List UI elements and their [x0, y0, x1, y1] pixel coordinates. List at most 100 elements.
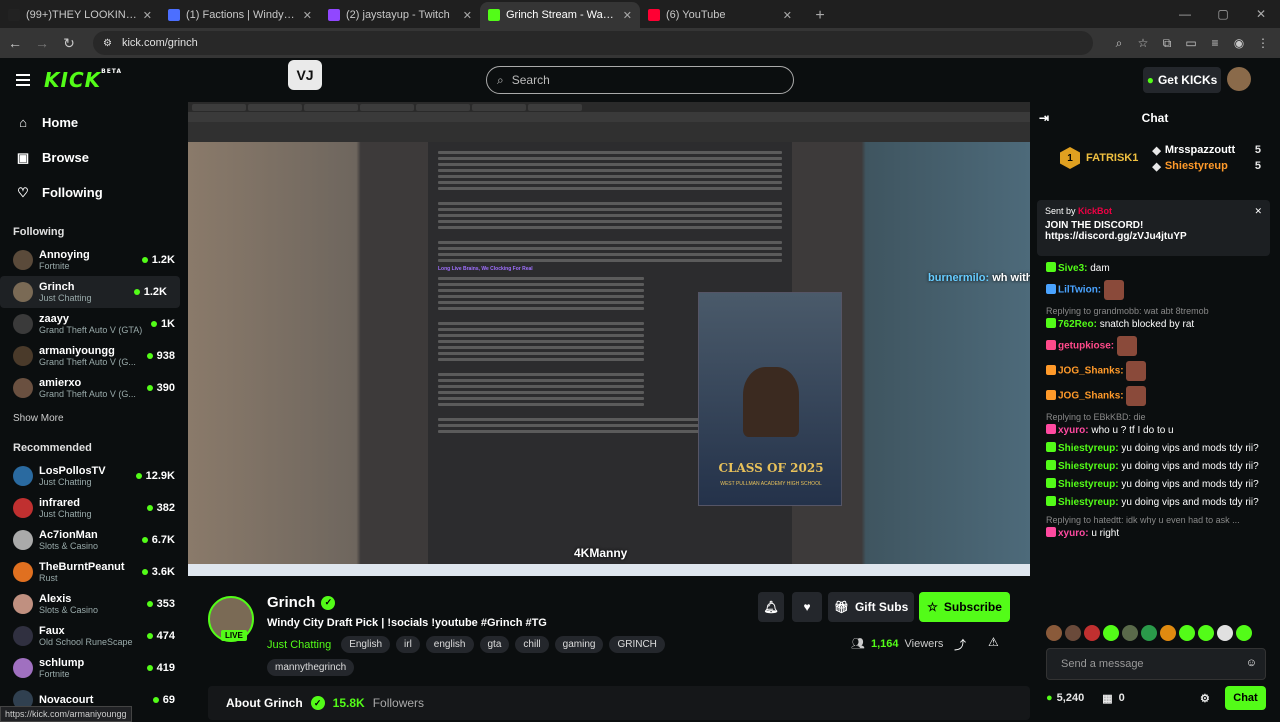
emote-icon[interactable]: [1103, 625, 1119, 641]
chat-username[interactable]: Shiestyreup:: [1058, 479, 1119, 490]
chat-username[interactable]: Shiestyreup:: [1058, 497, 1119, 508]
new-tab-button[interactable]: +: [808, 4, 832, 28]
hamburger-menu-icon[interactable]: [16, 74, 30, 86]
channel-item[interactable]: LosPollosTV Just Chatting 12.9K: [0, 460, 188, 492]
chat-username[interactable]: LilTwion:: [1058, 285, 1101, 296]
nav-following[interactable]: ♡ Following: [0, 175, 188, 210]
channel-item[interactable]: Annoying Fortnite 1.2K: [0, 244, 188, 276]
stream-tag[interactable]: gta: [479, 636, 510, 653]
browser-tab[interactable]: (99+)THEY LOOKING FOR THE ✕: [0, 2, 160, 28]
chat-settings-icon[interactable]: ⚙: [1200, 692, 1210, 705]
chat-username[interactable]: xyuro:: [1058, 528, 1089, 539]
chat-username[interactable]: xyuro:: [1058, 425, 1089, 436]
tab-close-icon[interactable]: ✕: [783, 9, 792, 22]
emote-icon[interactable]: [1179, 625, 1195, 641]
emote-icon[interactable]: [1046, 625, 1062, 641]
chat-username[interactable]: JOG_Shanks:: [1058, 366, 1124, 377]
chat-username[interactable]: Shiestyreup:: [1058, 443, 1119, 454]
emote-icon[interactable]: [1141, 625, 1157, 641]
stream-category[interactable]: Just Chatting: [267, 639, 331, 651]
tab-close-icon[interactable]: ✕: [463, 9, 472, 22]
chat-input[interactable]: Send a message ☺: [1046, 648, 1266, 680]
chat-username[interactable]: getupkiose:: [1058, 341, 1114, 352]
emote-icon[interactable]: [1236, 625, 1252, 641]
stream-tag[interactable]: mannythegrinch: [267, 659, 355, 676]
emote-icon[interactable]: [1122, 625, 1138, 641]
emote-icon[interactable]: [1198, 625, 1214, 641]
emote-icon[interactable]: [1065, 625, 1081, 641]
url-field[interactable]: ⚙ kick.com/grinch: [93, 31, 1093, 55]
stream-tag[interactable]: GRINCH: [609, 636, 665, 653]
stream-tag[interactable]: gaming: [554, 636, 604, 653]
get-kicks-button[interactable]: ● Get KICKs: [1143, 67, 1221, 93]
search-input[interactable]: ⌕ Search: [486, 66, 794, 94]
emote-icon[interactable]: [1160, 625, 1176, 641]
profile-icon[interactable]: ◉: [1228, 32, 1250, 54]
stream-tag[interactable]: english: [425, 636, 474, 653]
follow-button[interactable]: ♥: [792, 592, 822, 622]
kick-logo[interactable]: KICKBETA: [44, 68, 122, 92]
user-avatar[interactable]: [1227, 67, 1251, 91]
reply-context[interactable]: Replying to hatedtt: idk why u even had …: [1046, 514, 1272, 527]
pinned-link[interactable]: https://discord.gg/zVJu4jtuYP: [1045, 231, 1262, 242]
tab-close-icon[interactable]: ✕: [303, 9, 312, 22]
gifts-count[interactable]: 0: [1119, 692, 1125, 704]
chat-username[interactable]: JOG_Shanks:: [1058, 391, 1124, 402]
browser-tab[interactable]: (1) Factions | Windy City Roleplay ✕: [160, 2, 320, 28]
stream-tag[interactable]: chill: [515, 636, 549, 653]
reading-list-icon[interactable]: ≡: [1204, 32, 1226, 54]
channel-item[interactable]: amierxo Grand Theft Auto V (G... 390: [0, 372, 188, 404]
notifications-button[interactable]: 🔔︎: [758, 592, 784, 622]
forward-icon[interactable]: →: [30, 31, 54, 55]
show-more-button[interactable]: Show More: [0, 404, 188, 424]
back-icon[interactable]: ←: [3, 31, 27, 55]
bookmark-star-icon[interactable]: ☆: [1132, 32, 1154, 54]
report-icon[interactable]: ⚠: [988, 635, 999, 649]
nav-home[interactable]: ⌂ Home: [0, 105, 188, 140]
tab-close-icon[interactable]: ✕: [143, 9, 152, 22]
channel-item[interactable]: Ac7ionMan Slots & Casino 6.7K: [0, 524, 188, 556]
subscribe-button[interactable]: ☆ Subscribe: [919, 592, 1010, 622]
close-window-icon[interactable]: ✕: [1242, 0, 1280, 28]
reload-icon[interactable]: ↻: [57, 31, 81, 55]
chat-send-button[interactable]: Chat: [1225, 686, 1266, 710]
stream-tag[interactable]: irl: [396, 636, 420, 653]
tab-close-icon[interactable]: ✕: [623, 9, 632, 22]
reply-context[interactable]: Replying to EBkKBD: die: [1046, 411, 1272, 424]
streamer-name[interactable]: Grinch ✓: [267, 594, 336, 611]
zoom-icon[interactable]: ⌕: [1108, 32, 1130, 54]
channel-item[interactable]: schlump Fortnite 419: [0, 652, 188, 684]
channel-item[interactable]: TheBurntPeanut Rust 3.6K: [0, 556, 188, 588]
collapse-chat-icon[interactable]: ⇥: [1039, 111, 1049, 125]
chat-username[interactable]: Shiestyreup:: [1058, 461, 1119, 472]
leader-name[interactable]: Mrsspazzoutt: [1165, 144, 1251, 157]
menu-icon[interactable]: ⋮: [1252, 32, 1274, 54]
channel-item[interactable]: zaayy Grand Theft Auto V (GTA) 1K: [0, 308, 188, 340]
browser-tab[interactable]: (6) YouTube ✕: [640, 2, 800, 28]
video-player[interactable]: Long Live Brains, We Clocking For Real C…: [188, 102, 1030, 576]
emote-icon[interactable]: [1217, 625, 1233, 641]
leader-name[interactable]: Shiestyreup: [1165, 160, 1251, 173]
leader-top-name[interactable]: FATRISK1: [1086, 152, 1138, 164]
site-info-icon[interactable]: ⚙: [103, 38, 112, 49]
gift-subs-button[interactable]: 🎁︎ Gift Subs: [828, 592, 914, 622]
channel-item[interactable]: Grinch Just Chatting 1.2K: [0, 276, 180, 308]
pinned-sender[interactable]: KickBot: [1078, 206, 1112, 216]
maximize-icon[interactable]: ▢: [1204, 0, 1242, 28]
stream-tag[interactable]: English: [341, 636, 391, 653]
channel-item[interactable]: armaniyoungg Grand Theft Auto V (G... 938: [0, 340, 188, 372]
chat-username[interactable]: Sive3:: [1058, 263, 1087, 274]
emote-icon[interactable]: [1084, 625, 1100, 641]
minimize-icon[interactable]: —: [1166, 0, 1204, 28]
browser-tab[interactable]: (2) jaystayup - Twitch ✕: [320, 2, 480, 28]
reply-context[interactable]: Replying to grandmobb: wat abt 8tremob: [1046, 305, 1272, 318]
browser-tab[interactable]: Grinch Stream - Watch Live on ✕: [480, 2, 640, 28]
nav-browse[interactable]: ▣ Browse: [0, 140, 188, 175]
unpin-icon[interactable]: ✕: [1254, 206, 1262, 217]
extensions-icon[interactable]: ⧉: [1156, 32, 1178, 54]
channel-item[interactable]: infrared Just Chatting 382: [0, 492, 188, 524]
emoji-picker-icon[interactable]: ☺: [1246, 657, 1257, 669]
share-icon[interactable]: ⤴: [954, 636, 966, 653]
channel-item[interactable]: Faux Old School RuneScape 474: [0, 620, 188, 652]
cast-icon[interactable]: ▭: [1180, 32, 1202, 54]
